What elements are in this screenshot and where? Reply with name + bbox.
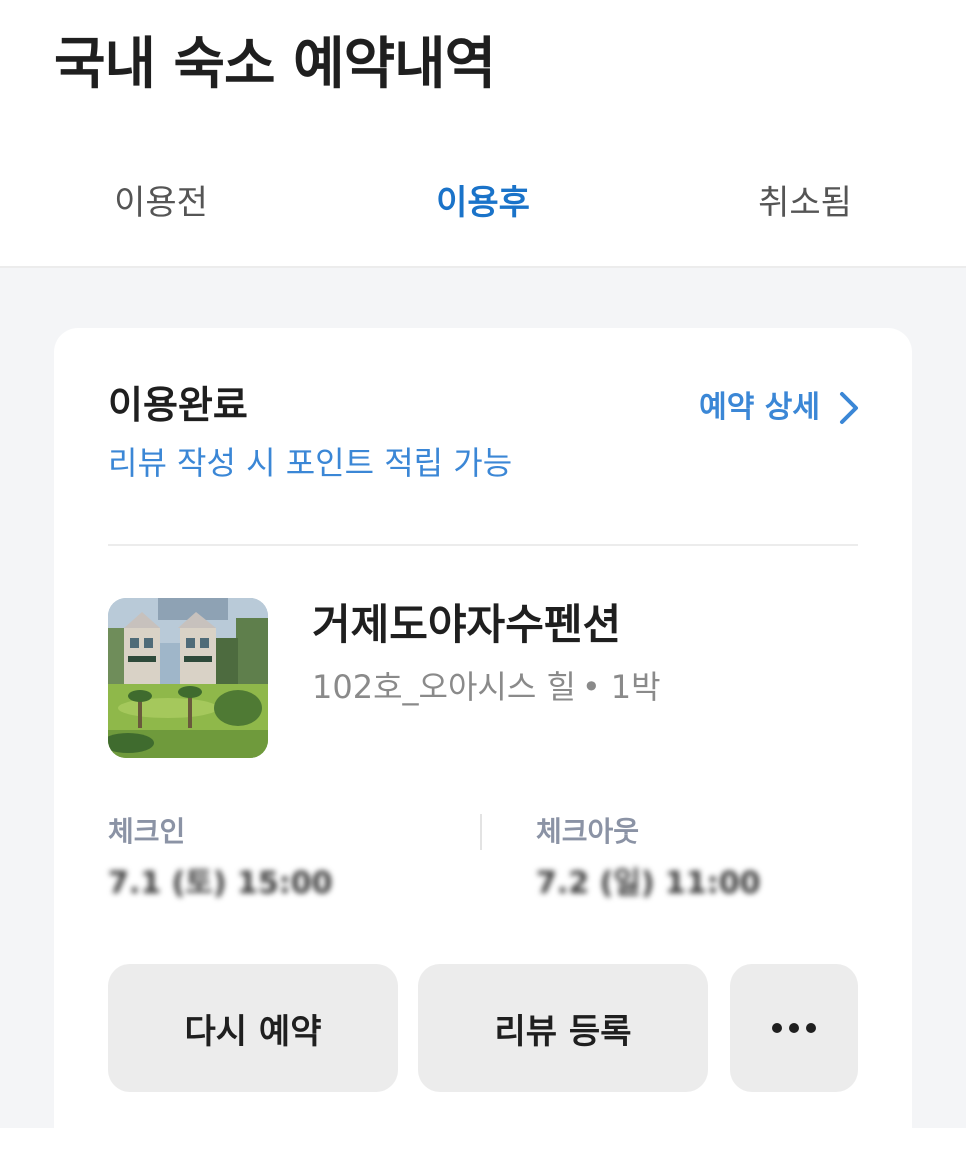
hotel-thumbnail[interactable] (108, 598, 268, 758)
room-info: 102호_오아시스 힐 • 1박 (312, 664, 661, 710)
rebook-button[interactable]: 다시 예약 (108, 964, 398, 1092)
check-out-value: 7.2 (일) 11:00 (536, 866, 761, 901)
check-divider (480, 814, 482, 850)
booking-status: 이용완료 (108, 383, 248, 427)
tab-bar: 이용전 이용후 취소됨 (0, 160, 966, 274)
check-in-label: 체크인 (108, 815, 186, 848)
check-out-label: 체크아웃 (536, 815, 640, 848)
tab-before-use[interactable]: 이용전 (0, 178, 322, 228)
tab-cancelled[interactable]: 취소됨 (644, 178, 966, 228)
chevron-right-icon (840, 392, 858, 424)
nights: 1박 (610, 668, 661, 706)
room-name: 102호_오아시스 힐 (312, 668, 576, 706)
hotel-name[interactable]: 거제도야자수펜션 (312, 596, 621, 654)
check-in-value: 7.1 (토) 15:00 (108, 866, 333, 901)
booking-detail-link[interactable]: 예약 상세 (699, 386, 862, 430)
app-header: 국내 숙소 예약내역 이용전 이용후 취소됨 (0, 0, 966, 274)
room-separator: • (581, 668, 601, 706)
more-horizontal-icon (772, 1023, 816, 1033)
booking-detail-label: 예약 상세 (699, 390, 820, 425)
write-review-button[interactable]: 리뷰 등록 (418, 964, 708, 1092)
booking-card: 이용완료 리뷰 작성 시 포인트 적립 가능 예약 상세 거제도야자수펜션 10… (54, 328, 912, 1158)
review-points-notice: 리뷰 작성 시 포인트 적립 가능 (108, 444, 513, 482)
page-title: 국내 숙소 예약내역 (54, 32, 496, 97)
rebook-label: 다시 예약 (184, 1011, 322, 1052)
write-review-label: 리뷰 등록 (494, 1011, 632, 1052)
card-divider (108, 544, 858, 546)
tab-after-use[interactable]: 이용후 (322, 178, 644, 228)
more-options-button[interactable] (730, 964, 858, 1092)
hotel-photo-icon (108, 598, 268, 758)
